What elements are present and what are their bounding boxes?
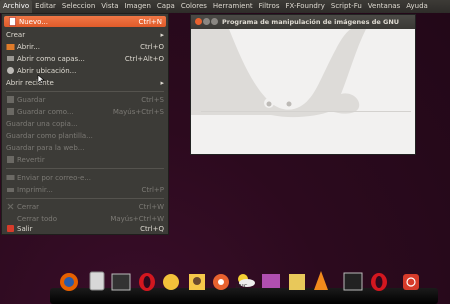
menu-item-guardar-plantilla[interactable]: Guardar como plantilla... bbox=[2, 130, 168, 141]
menu-item-abrir-ubicacion[interactable]: Abrir ubicación... bbox=[2, 65, 168, 76]
menu-fx-foundry[interactable]: FX-Foundry bbox=[282, 0, 327, 13]
shutdown-icon[interactable] bbox=[400, 266, 422, 294]
new-document-icon bbox=[8, 17, 17, 26]
workspace-switcher-icon[interactable] bbox=[110, 266, 132, 294]
archivo-dropdown-menu: Nuevo... Ctrl+N Crear ▸ Abrir... Ctrl+O … bbox=[1, 13, 169, 235]
menu-item-abrir[interactable]: Abrir... Ctrl+O bbox=[2, 41, 168, 52]
menu-item-crear[interactable]: Crear ▸ bbox=[2, 29, 168, 40]
quit-icon bbox=[6, 224, 15, 233]
menu-item-enviar-correo[interactable]: Enviar por correo-e... bbox=[2, 172, 168, 183]
menu-separator bbox=[6, 91, 164, 92]
paint-icon[interactable] bbox=[286, 266, 308, 294]
mouse-cursor-icon bbox=[37, 74, 45, 84]
menu-item-label: Nuevo... bbox=[19, 17, 48, 26]
menu-archivo[interactable]: Archivo bbox=[0, 0, 33, 13]
opera-browser-icon[interactable] bbox=[368, 266, 390, 294]
menu-item-imprimir[interactable]: Imprimir... Ctrl+P bbox=[2, 184, 168, 195]
menu-item-accel: Mayús+Ctrl+S bbox=[112, 107, 164, 116]
menu-ayuda[interactable]: Ayuda bbox=[403, 0, 431, 13]
menu-item-label: Enviar por correo-e... bbox=[17, 173, 92, 182]
menu-item-label: Cerrar todo bbox=[17, 214, 57, 223]
maximize-window-button[interactable] bbox=[211, 18, 218, 25]
menu-item-label: Cerrar bbox=[17, 202, 39, 211]
close-icon bbox=[6, 202, 15, 211]
opera-icon[interactable] bbox=[136, 266, 158, 294]
menu-bar: Archivo Editar Seleccion Vista Imagen Ca… bbox=[0, 0, 450, 13]
submenu-arrow-icon: ▸ bbox=[160, 78, 164, 87]
menu-herramientas[interactable]: Herramient bbox=[210, 0, 256, 13]
open-location-icon bbox=[6, 66, 15, 75]
save-icon bbox=[6, 95, 15, 104]
menu-item-accel: Ctrl+W bbox=[138, 202, 164, 211]
vlc-icon[interactable] bbox=[310, 266, 332, 294]
menu-item-guardar-como[interactable]: Guardar como... Mayús+Ctrl+S bbox=[2, 106, 168, 117]
menu-item-guardar-copia[interactable]: Guardar una copia... bbox=[2, 118, 168, 129]
menu-item-label: Abrir... bbox=[17, 42, 40, 51]
menu-item-accel: Ctrl+S bbox=[141, 95, 164, 104]
weather-icon[interactable]: 18°C bbox=[234, 266, 256, 294]
save-as-icon bbox=[6, 107, 15, 116]
menu-item-label: Guardar como... bbox=[17, 107, 74, 116]
menu-item-label: Guardar una copia... bbox=[6, 119, 78, 128]
terminal-icon[interactable] bbox=[342, 266, 364, 294]
menu-item-label: Crear bbox=[6, 30, 26, 39]
menu-item-accel: Ctrl+O bbox=[140, 42, 164, 51]
menu-editar[interactable]: Editar bbox=[32, 0, 59, 13]
menu-item-label: Guardar bbox=[17, 95, 46, 104]
menu-imagen[interactable]: Imagen bbox=[122, 0, 154, 13]
menu-item-cerrar[interactable]: Cerrar Ctrl+W bbox=[2, 201, 168, 212]
menu-item-accel: Ctrl+Q bbox=[140, 224, 164, 233]
menu-item-accel: Ctrl+Alt+O bbox=[124, 54, 164, 63]
hand-icon[interactable] bbox=[160, 266, 182, 294]
menu-item-label: Revertir bbox=[17, 155, 45, 164]
wilber-watermark-icon bbox=[191, 29, 366, 118]
menu-item-label: Abrir como capas... bbox=[17, 54, 85, 63]
menu-item-label: Guardar para la web... bbox=[6, 143, 85, 152]
ubuntu-one-icon[interactable] bbox=[210, 266, 232, 294]
menu-ventanas[interactable]: Ventanas bbox=[365, 0, 403, 13]
menu-filtros[interactable]: Filtros bbox=[256, 0, 283, 13]
menu-separator bbox=[6, 198, 164, 199]
dock-bar: 18°C bbox=[50, 266, 440, 304]
menu-item-label: Imprimir... bbox=[17, 185, 53, 194]
menu-item-accel: Ctrl+P bbox=[141, 185, 164, 194]
presentation-icon[interactable] bbox=[260, 266, 282, 294]
window-titlebar[interactable]: Programa de manipulación de imágenes de … bbox=[191, 15, 415, 29]
menu-item-label: Abrir reciente bbox=[6, 78, 54, 87]
menu-item-guardar[interactable]: Guardar Ctrl+S bbox=[2, 94, 168, 105]
menu-item-nuevo[interactable]: Nuevo... Ctrl+N bbox=[4, 16, 166, 27]
minimize-window-button[interactable] bbox=[203, 18, 210, 25]
menu-item-abrir-capas[interactable]: Abrir como capas... Ctrl+Alt+O bbox=[2, 53, 168, 64]
menu-item-label: Salir bbox=[17, 224, 33, 233]
menu-item-accel: Ctrl+N bbox=[138, 17, 162, 26]
gimp-main-window: Programa de manipulación de imágenes de … bbox=[190, 14, 416, 155]
gimp-wilber-icon[interactable] bbox=[186, 266, 208, 294]
image-canvas-area[interactable] bbox=[191, 29, 415, 154]
menu-capa[interactable]: Capa bbox=[154, 0, 178, 13]
menu-seleccion[interactable]: Seleccion bbox=[59, 0, 98, 13]
revert-icon bbox=[6, 155, 15, 164]
menu-item-revertir[interactable]: Revertir bbox=[2, 154, 168, 165]
email-icon bbox=[6, 173, 15, 182]
firefox-icon[interactable] bbox=[58, 266, 80, 294]
menu-item-accel: Mayús+Ctrl+W bbox=[110, 214, 164, 223]
weather-temp: 18°C bbox=[235, 284, 248, 290]
menu-separator bbox=[6, 168, 164, 169]
menu-vista[interactable]: Vista bbox=[98, 0, 121, 13]
open-layers-icon bbox=[6, 54, 15, 63]
open-folder-icon bbox=[6, 42, 15, 51]
menu-item-abrir-reciente[interactable]: Abrir reciente ▸ bbox=[2, 77, 168, 88]
menu-script-fu[interactable]: Script-Fu bbox=[328, 0, 365, 13]
print-icon bbox=[6, 185, 15, 194]
submenu-arrow-icon: ▸ bbox=[160, 30, 164, 39]
menu-item-guardar-web[interactable]: Guardar para la web... bbox=[2, 142, 168, 153]
menu-item-label: Guardar como plantilla... bbox=[6, 131, 93, 140]
window-title: Programa de manipulación de imágenes de … bbox=[222, 18, 400, 26]
menu-item-salir[interactable]: Salir Ctrl+Q bbox=[2, 223, 168, 234]
close-window-button[interactable] bbox=[195, 18, 202, 25]
calculator-icon[interactable] bbox=[86, 266, 108, 294]
menu-colores[interactable]: Colores bbox=[178, 0, 210, 13]
canvas-divider bbox=[201, 111, 411, 112]
